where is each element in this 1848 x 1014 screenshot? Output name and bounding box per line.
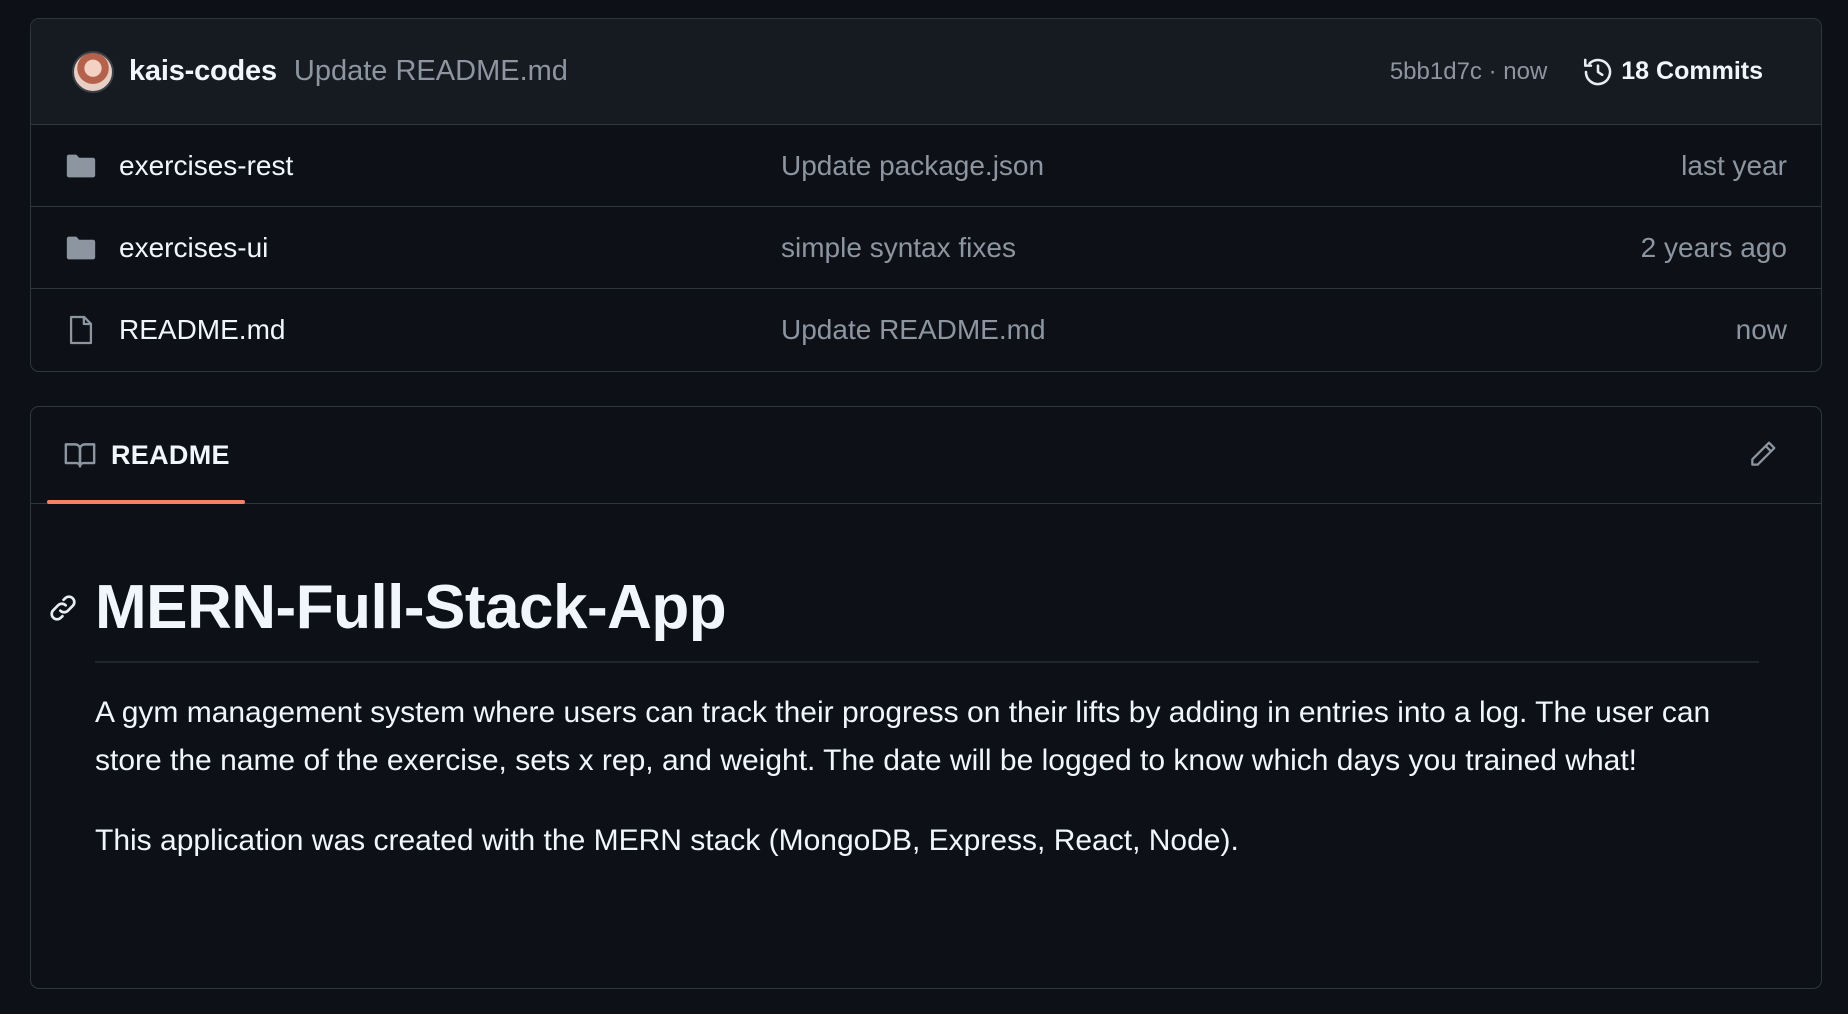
file-row-exercises-ui[interactable]: exercises-ui simple syntax fixes 2 years… <box>31 207 1821 289</box>
file-name-link[interactable]: README.md <box>119 314 781 346</box>
title-row: MERN-Full-Stack-App <box>50 572 1759 663</box>
history-icon[interactable] <box>1581 55 1615 89</box>
file-commit-link[interactable]: Update README.md <box>781 314 1736 346</box>
commit-sha-time[interactable]: 5bb1d7c · now <box>1390 58 1547 86</box>
file-name-link[interactable]: exercises-ui <box>119 232 781 264</box>
readme-paragraph: This application was created with the ME… <box>95 824 1239 857</box>
file-time: last year <box>1681 149 1787 181</box>
author-avatar[interactable] <box>72 50 114 93</box>
readme-title: MERN-Full-Stack-App <box>95 572 1759 663</box>
commits-count-link[interactable]: 18 Commits <box>1621 57 1763 86</box>
file-time: now <box>1735 314 1787 345</box>
file-commit-link[interactable]: Update package.json <box>781 150 1681 182</box>
file-row-exercises-rest[interactable]: exercises-rest Update package.json last … <box>31 125 1821 207</box>
file-browser: kais-codes Update README.md 5bb1d7c · no… <box>30 18 1822 372</box>
file-row-readme[interactable]: README.md Update README.md now <box>31 289 1821 371</box>
file-icon <box>63 312 99 348</box>
active-tab-indicator <box>47 500 245 504</box>
readme-paragraph: A gym management system where users can … <box>95 696 1711 777</box>
tab-readme[interactable]: README <box>63 407 230 503</box>
pencil-icon[interactable] <box>1747 438 1781 472</box>
file-commit-link[interactable]: simple syntax fixes <box>781 232 1641 264</box>
file-time: 2 years ago <box>1640 231 1787 263</box>
commit-message-link[interactable]: Update README.md <box>294 55 568 88</box>
commit-author-link[interactable]: kais-codes <box>129 55 277 88</box>
readme-header: README <box>31 407 1821 504</box>
file-name-link[interactable]: exercises-rest <box>119 150 781 182</box>
latest-commit-bar: kais-codes Update README.md 5bb1d7c · no… <box>31 19 1821 125</box>
repo-content: kais-codes Update README.md 5bb1d7c · no… <box>30 18 1822 989</box>
readme-tab-label: README <box>111 439 230 470</box>
readme-content: MERN-Full-Stack-App A gym management sys… <box>31 572 1821 865</box>
readme-panel: README MERN-Full-Stack-App A gym managem… <box>30 406 1822 989</box>
folder-icon <box>63 148 99 184</box>
folder-icon <box>63 230 99 266</box>
book-icon <box>63 438 97 472</box>
link-icon[interactable] <box>47 592 83 628</box>
